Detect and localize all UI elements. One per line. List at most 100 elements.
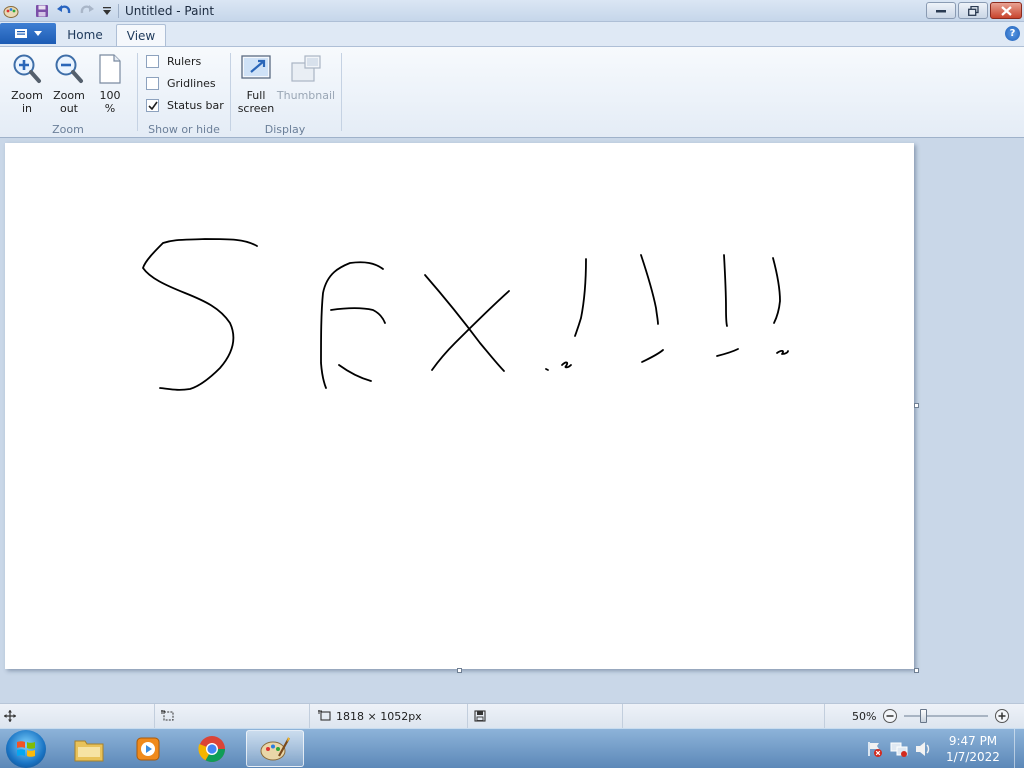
- rulers-checkbox-box[interactable]: [146, 55, 159, 68]
- zoom-in-label: Zoom in: [11, 89, 43, 115]
- gridlines-checkbox-box[interactable]: [146, 77, 159, 90]
- chevron-down-icon: [34, 31, 42, 36]
- cursor-position-icon: [4, 710, 16, 722]
- status-bar-label: Status bar: [167, 99, 224, 112]
- image-size-icon: [318, 710, 331, 721]
- save-icon[interactable]: [34, 3, 50, 19]
- stroke-letter-e-spine: [320, 261, 384, 389]
- drawing-canvas[interactable]: [5, 143, 914, 669]
- zoom-control-segment: 50%: [825, 704, 1024, 728]
- minimize-button[interactable]: [926, 2, 956, 19]
- clock-time: 9:47 PM: [948, 734, 998, 748]
- checkmark-icon: [147, 101, 158, 110]
- file-size-segment: [468, 704, 623, 728]
- stroke-exclaim-2: [640, 254, 659, 325]
- redo-icon: [79, 3, 95, 19]
- show-desktop-button[interactable]: [1014, 729, 1024, 768]
- status-spacer: [623, 704, 825, 728]
- zoom-in-small-icon[interactable]: [994, 708, 1010, 724]
- zoom-group-label: Zoom: [52, 123, 84, 136]
- group-separator: [230, 53, 231, 131]
- image-dimensions: 1818 × 1052px: [336, 709, 422, 723]
- tab-view[interactable]: View: [116, 24, 166, 46]
- resize-handle-corner[interactable]: [914, 668, 919, 673]
- help-icon[interactable]: ?: [1005, 26, 1020, 41]
- tab-home[interactable]: Home: [60, 24, 110, 46]
- stroke-exclaim-4: [772, 257, 781, 324]
- taskbar-chrome[interactable]: [183, 730, 241, 767]
- stroke-letter-e-middle: [330, 307, 386, 324]
- stroke-exclaim-1-dot: [545, 361, 572, 371]
- disk-icon: [474, 710, 486, 722]
- restore-button[interactable]: [958, 2, 988, 19]
- zoom-slider[interactable]: [904, 708, 989, 724]
- action-center-flag-icon[interactable]: [866, 740, 884, 758]
- status-bar-checkbox-box[interactable]: [146, 99, 159, 112]
- stroke-exclaim-2-dot: [641, 349, 664, 363]
- taskbar-paint[interactable]: [246, 730, 304, 767]
- stroke-letter-e-bottom: [338, 364, 372, 382]
- zoom-slider-thumb[interactable]: [920, 709, 928, 723]
- ribbon-panel: Zoom in Zoom out 100 % Zoom Rulers Gridl…: [0, 46, 1024, 138]
- status-bar-checkbox[interactable]: Status bar: [146, 99, 224, 112]
- thumbnail-button: Thumbnail: [277, 53, 335, 102]
- paint-menu-button[interactable]: [0, 23, 56, 44]
- customize-quick-access-icon[interactable]: [99, 3, 115, 19]
- volume-icon[interactable]: [914, 740, 932, 758]
- gridlines-label: Gridlines: [167, 77, 216, 90]
- zoom-level: 50%: [852, 709, 877, 723]
- paint-palette-icon: [260, 736, 290, 760]
- canvas-drawing: [142, 238, 789, 391]
- stroke-exclaim-3: [723, 254, 728, 327]
- full-screen-label: Full screen: [237, 89, 275, 115]
- zoom-out-small-icon[interactable]: [882, 708, 898, 724]
- media-player-icon: [136, 737, 160, 760]
- menu-icon: [15, 29, 27, 38]
- status-bar: 1818 × 1052px 50%: [0, 703, 1024, 728]
- zoom-100-label: 100 %: [99, 89, 121, 115]
- close-button[interactable]: [990, 2, 1022, 19]
- image-size-segment: 1818 × 1052px: [310, 704, 468, 728]
- zoom-out-button[interactable]: Zoom out: [50, 53, 88, 115]
- taskbar-explorer[interactable]: [60, 730, 118, 767]
- restore-icon: [967, 5, 979, 16]
- rulers-checkbox[interactable]: Rulers: [146, 55, 201, 68]
- stroke-letter-x-1: [424, 274, 505, 372]
- taskbar-media-player[interactable]: [119, 730, 177, 767]
- group-separator: [341, 53, 342, 131]
- start-button[interactable]: [6, 730, 46, 768]
- selection-size-segment: [155, 704, 310, 728]
- zoom-slider-track: [904, 715, 989, 717]
- ribbon-tab-bar: Home View ?: [0, 22, 1024, 46]
- stroke-exclaim-3-dot: [716, 348, 739, 357]
- taskbar: 9:47 PM 1/7/2022: [0, 728, 1024, 768]
- display-group-label: Display: [264, 123, 306, 136]
- clock-date: 1/7/2022: [946, 750, 1000, 764]
- minimize-icon: [936, 9, 946, 12]
- page-icon: [99, 54, 121, 84]
- stroke-exclaim-1: [574, 258, 587, 337]
- paint-app-icon[interactable]: [3, 3, 19, 19]
- taskbar-clock[interactable]: 9:47 PM 1/7/2022: [938, 733, 1008, 765]
- thumbnail-icon: [291, 55, 321, 82]
- windows-logo-icon: [17, 741, 35, 757]
- network-icon[interactable]: [890, 740, 908, 758]
- stroke-exclaim-4-dot: [776, 349, 789, 355]
- chrome-icon: [198, 735, 226, 762]
- undo-icon[interactable]: [56, 3, 72, 19]
- full-screen-button[interactable]: Full screen: [236, 53, 276, 115]
- zoom-out-icon: [55, 54, 83, 83]
- rulers-label: Rulers: [167, 55, 202, 68]
- stroke-letter-s: [142, 238, 258, 391]
- gridlines-checkbox[interactable]: Gridlines: [146, 77, 216, 90]
- full-screen-icon: [241, 55, 271, 79]
- resize-handle-bottom[interactable]: [457, 668, 462, 673]
- selection-size-icon: [161, 710, 174, 721]
- window-title: Untitled - Paint: [125, 4, 215, 18]
- canvas-workspace: [0, 138, 1024, 703]
- resize-handle-right[interactable]: [914, 403, 919, 408]
- zoom-100-button[interactable]: 100 %: [92, 53, 128, 115]
- zoom-in-button[interactable]: Zoom in: [8, 53, 46, 115]
- title-bar: Untitled - Paint: [0, 0, 1024, 22]
- show-hide-group-label: Show or hide: [148, 123, 220, 136]
